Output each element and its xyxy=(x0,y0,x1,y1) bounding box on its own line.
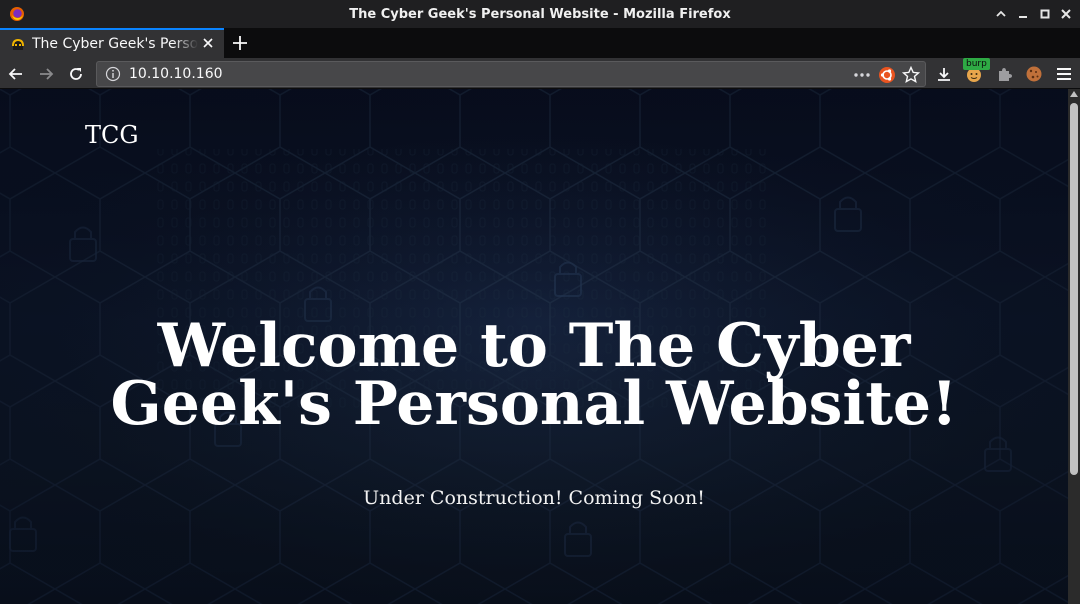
window-titlebar: The Cyber Geek's Personal Website - Mozi… xyxy=(0,0,1080,28)
cookie-icon[interactable] xyxy=(1024,64,1044,84)
vertical-scrollbar[interactable] xyxy=(1068,89,1080,604)
download-icon[interactable] xyxy=(934,64,954,84)
hero-line-2: Geek's Personal Website! xyxy=(110,369,958,439)
puzzle-icon[interactable] xyxy=(994,64,1014,84)
url-bar[interactable]: 10.10.10.160 xyxy=(96,61,926,87)
minimize-icon[interactable] xyxy=(993,6,1009,22)
restore-icon[interactable] xyxy=(1037,6,1053,22)
web-page: TCG Welcome to The Cyber Geek's Personal… xyxy=(0,89,1068,604)
tab-title: The Cyber Geek's Personal Website xyxy=(32,36,198,52)
menu-icon[interactable] xyxy=(1054,64,1074,84)
ubuntu-icon[interactable] xyxy=(878,66,896,84)
info-icon[interactable] xyxy=(105,66,121,82)
hero-subtitle: Under Construction! Coming Soon! xyxy=(363,487,705,509)
navigation-toolbar: 10.10.10.160 burp xyxy=(0,58,1080,89)
tab-active[interactable]: The Cyber Geek's Personal Website xyxy=(0,28,224,58)
url-text[interactable]: 10.10.10.160 xyxy=(129,66,223,82)
hero-heading: Welcome to The Cyber Geek's Personal Web… xyxy=(60,316,1008,434)
back-icon[interactable] xyxy=(6,64,26,84)
page-actions-icon[interactable] xyxy=(853,66,871,84)
bookmark-star-icon[interactable] xyxy=(902,66,920,84)
maximize-icon[interactable] xyxy=(1015,6,1031,22)
scroll-up-icon[interactable] xyxy=(1068,91,1080,101)
close-tab-icon[interactable] xyxy=(200,35,216,51)
tab-strip: The Cyber Geek's Personal Website xyxy=(0,28,1080,58)
window-title: The Cyber Geek's Personal Website - Mozi… xyxy=(349,6,731,22)
close-window-icon[interactable] xyxy=(1058,6,1074,22)
site-brand[interactable]: TCG xyxy=(85,121,139,149)
scrollbar-thumb[interactable] xyxy=(1070,103,1078,475)
burp-badge: burp xyxy=(963,58,990,70)
hacker-favicon-icon xyxy=(12,39,24,50)
reload-icon[interactable] xyxy=(66,64,86,84)
forward-icon[interactable] xyxy=(36,64,56,84)
new-tab-icon[interactable] xyxy=(230,33,250,53)
firefox-logo-icon xyxy=(10,7,24,21)
